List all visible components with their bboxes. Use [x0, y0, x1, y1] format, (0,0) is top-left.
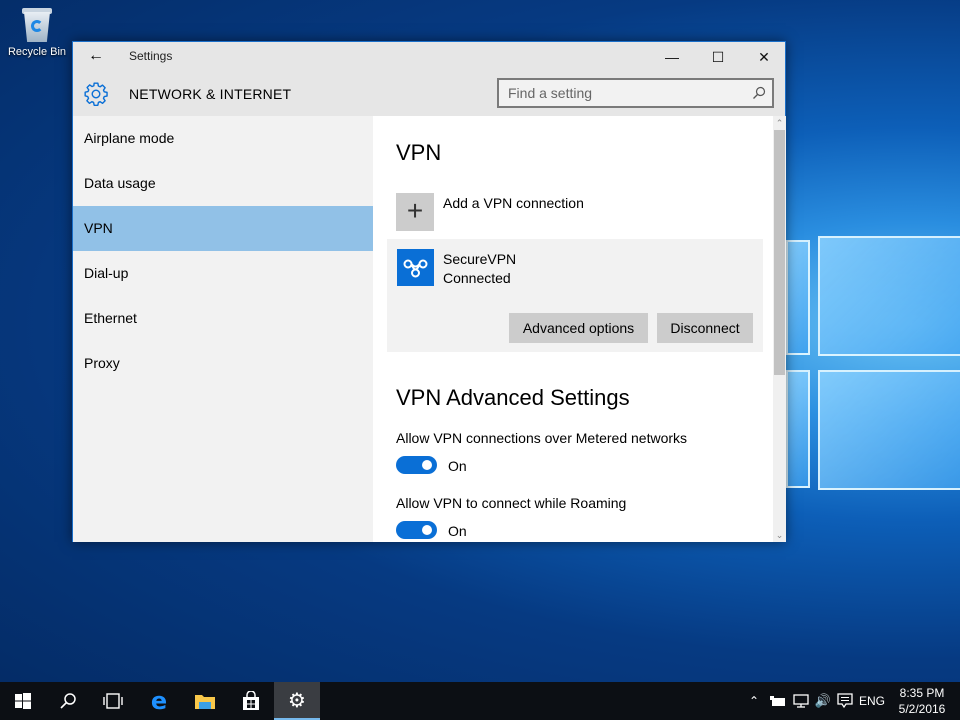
chevron-up-icon: ⌃: [748, 694, 760, 708]
add-vpn-label[interactable]: Add a VPN connection: [443, 195, 584, 211]
sidebar-nav: Airplane mode Data usage VPN Dial-up Eth…: [73, 116, 373, 542]
vpn-connection-item[interactable]: SecureVPN Connected Advanced options Dis…: [387, 239, 763, 352]
battery-button[interactable]: [766, 682, 790, 720]
volume-button[interactable]: 🔊: [812, 682, 834, 720]
taskbar: e ⚙ ⌃ 🔊 ENG 8:35 PM 5/2/2016: [0, 682, 960, 720]
store-icon: [243, 691, 259, 710]
minimize-icon: —: [665, 49, 679, 65]
roaming-toggle-state: On: [448, 523, 467, 539]
battery-icon: [770, 696, 785, 706]
edge-button[interactable]: e: [136, 682, 182, 720]
maximize-button[interactable]: ☐: [695, 42, 741, 72]
maximize-icon: ☐: [711, 49, 725, 65]
section-title: NETWORK & INTERNET: [129, 86, 292, 102]
file-explorer-icon: [195, 695, 215, 709]
roaming-setting-label: Allow VPN to connect while Roaming: [396, 495, 627, 511]
search-icon[interactable]: [752, 86, 766, 100]
network-icon: [793, 694, 809, 708]
volume-icon: 🔊: [814, 693, 832, 708]
recycle-bin-label: Recycle Bin: [7, 46, 67, 58]
settings-header: NETWORK & INTERNET: [73, 72, 785, 116]
show-hidden-icons-button[interactable]: ⌃: [744, 682, 764, 720]
content-scrollbar[interactable]: ⌃ ⌄: [773, 116, 786, 542]
advanced-settings-title: VPN Advanced Settings: [396, 385, 630, 410]
sidebar-item-data-usage[interactable]: Data usage: [73, 161, 373, 206]
arrow-left-icon: ←: [88, 47, 104, 64]
search-box[interactable]: [497, 78, 774, 108]
vpn-status: Connected: [443, 270, 511, 286]
minimize-button[interactable]: —: [649, 42, 695, 72]
metered-toggle[interactable]: [396, 456, 437, 474]
recycle-bin[interactable]: Recycle Bin: [4, 6, 70, 58]
start-icon: [15, 693, 31, 709]
vpn-name: SecureVPN: [443, 251, 517, 267]
metered-toggle-state: On: [448, 458, 467, 474]
task-view-icon: [103, 693, 123, 709]
content-pane: VPN + Add a VPN connection SecureVPN Con…: [373, 116, 773, 542]
page-title: VPN: [396, 140, 442, 165]
window-title: Settings: [129, 49, 173, 63]
close-button[interactable]: ✕: [741, 42, 787, 72]
edge-icon: e: [150, 687, 168, 715]
search-icon: [60, 693, 76, 709]
task-view-button[interactable]: [90, 682, 136, 720]
title-bar: ← Settings — ☐ ✕: [73, 42, 785, 72]
roaming-toggle[interactable]: [396, 521, 437, 539]
back-button[interactable]: ←: [83, 47, 109, 67]
clock-date: 5/2/2016: [898, 702, 946, 716]
add-vpn-button[interactable]: +: [396, 193, 434, 231]
action-center-button[interactable]: [834, 682, 856, 720]
disconnect-button[interactable]: Disconnect: [657, 313, 753, 343]
scroll-thumb[interactable]: [774, 130, 785, 375]
scroll-up-icon[interactable]: ⌃: [773, 116, 786, 130]
advanced-options-button[interactable]: Advanced options: [509, 313, 648, 343]
sidebar-item-dial-up[interactable]: Dial-up: [73, 251, 373, 296]
clock-time: 8:35 PM: [899, 686, 945, 700]
sidebar-item-proxy[interactable]: Proxy: [73, 341, 373, 386]
settings-icon: ⚙: [288, 689, 306, 712]
settings-taskbar-button[interactable]: ⚙: [274, 682, 320, 720]
scroll-down-icon[interactable]: ⌄: [773, 528, 786, 542]
wallpaper-logo: [780, 180, 960, 500]
store-button[interactable]: [228, 682, 274, 720]
gear-icon: [84, 82, 108, 106]
search-input[interactable]: [499, 80, 772, 106]
recycle-bin-icon: [20, 6, 54, 42]
start-button[interactable]: [0, 682, 46, 720]
metered-setting-label: Allow VPN connections over Metered netwo…: [396, 430, 688, 446]
plus-icon: +: [406, 195, 424, 226]
vpn-logo-icon: [397, 249, 434, 286]
close-icon: ✕: [758, 49, 770, 65]
language-button[interactable]: ENG: [856, 682, 888, 720]
notifications-icon: [837, 693, 853, 709]
sidebar-item-vpn[interactable]: VPN: [73, 206, 373, 251]
sidebar-item-airplane-mode[interactable]: Airplane mode: [73, 116, 373, 161]
sidebar-item-ethernet[interactable]: Ethernet: [73, 296, 373, 341]
clock[interactable]: 8:35 PM 5/2/2016: [890, 685, 954, 717]
settings-window: ← Settings — ☐ ✕ NETWORK & INTERNET Airp…: [72, 41, 786, 542]
network-button[interactable]: [790, 682, 812, 720]
search-button[interactable]: [45, 682, 91, 720]
file-explorer-button[interactable]: [182, 682, 228, 720]
